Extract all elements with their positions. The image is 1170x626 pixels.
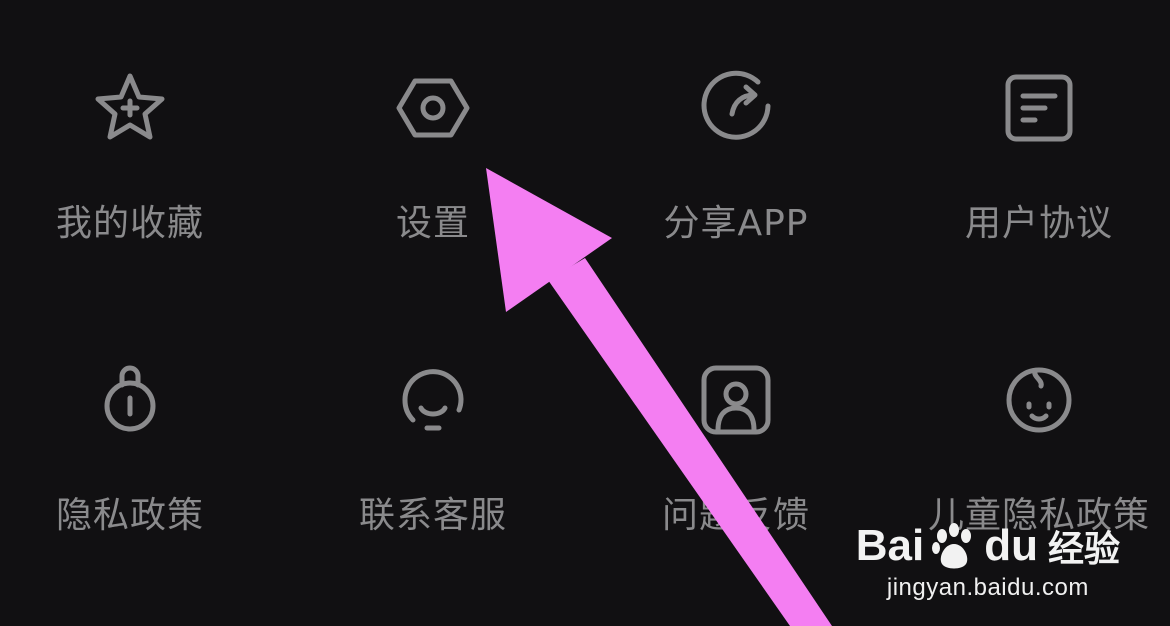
menu-item-label: 儿童隐私政策	[927, 495, 1150, 536]
menu-item-contact-support[interactable]: 联系客服	[283, 302, 583, 552]
menu-item-privacy-policy[interactable]: 隐私政策	[0, 302, 280, 552]
baby-face-icon	[999, 360, 1079, 440]
menu-item-user-agreement[interactable]: 用户协议	[889, 10, 1170, 260]
menu-item-label: 我的收藏	[55, 203, 204, 244]
lock-icon	[90, 360, 170, 440]
star-plus-icon	[90, 68, 170, 148]
menu-item-favorites[interactable]: 我的收藏	[0, 10, 280, 260]
headset-icon	[393, 360, 473, 440]
share-refresh-icon	[696, 68, 776, 148]
menu-item-label: 联系客服	[358, 495, 507, 536]
menu-item-label: 用户协议	[964, 203, 1113, 244]
menu-item-settings[interactable]: 设置	[283, 10, 583, 260]
menu-item-feedback[interactable]: 问题反馈	[586, 302, 886, 552]
menu-grid: 我的收藏 设置 分享APP 用户协议 隐私政策 联系客服 问题反馈 儿童隐私政策	[0, 0, 1170, 626]
menu-item-children-privacy[interactable]: 儿童隐私政策	[889, 302, 1170, 552]
menu-item-share-app[interactable]: 分享APP	[586, 10, 886, 260]
settings-hexagon-icon	[393, 68, 473, 148]
document-lines-icon	[999, 68, 1079, 148]
user-card-icon	[696, 360, 776, 440]
menu-item-label: 设置	[395, 203, 470, 244]
menu-item-label: 分享APP	[663, 203, 809, 244]
menu-item-label: 隐私政策	[55, 495, 204, 536]
menu-item-label: 问题反馈	[661, 495, 810, 536]
